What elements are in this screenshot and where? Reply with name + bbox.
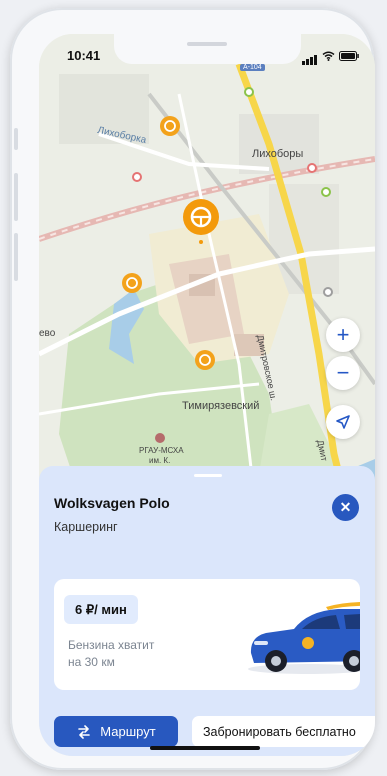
fuel-range: Бензина хватит на 30 км [68,637,188,671]
map-label: РГАУ-МСХА [139,446,184,455]
plus-icon: + [336,322,350,347]
phone-frame: Лихоборка Лихоборы Тимирязевский Дмитров… [10,8,375,770]
sheet-handle[interactable] [194,474,222,477]
signal-icon [302,47,318,65]
minus-icon: − [336,360,350,385]
status-time: 10:41 [67,48,101,63]
road-badge: А-104 [240,64,265,71]
battery-icon [339,51,359,61]
close-icon: ✕ [339,499,352,515]
zoom-out-button[interactable]: − [326,356,360,390]
screen: Лихоборка Лихоборы Тимирязевский Дмитров… [39,34,375,756]
carshare-marker[interactable] [122,273,142,293]
side-button [14,128,18,150]
car-image [248,602,360,674]
wifi-icon [322,51,335,61]
fuel-range-line2: на 30 км [68,655,115,669]
fuel-range-line1: Бензина хватит [68,638,155,652]
location-arrow-icon [336,415,350,429]
route-icon [78,724,91,739]
route-button-label: Маршрут [100,724,156,739]
carshare-marker[interactable] [160,116,180,136]
car-model-title: Wolksvagen Polo [54,495,170,511]
route-button[interactable]: Маршрут [54,716,178,747]
map-label: Лихоборы [252,148,304,160]
carshare-marker[interactable] [195,350,215,370]
my-location-button[interactable] [326,405,360,439]
zoom-in-button[interactable]: + [326,318,360,352]
car-details-sheet: Wolksvagen Polo Каршеринг ✕ 6 ₽/ мин Бен… [39,466,375,756]
map-label: им. К. [149,456,171,465]
speaker [187,42,227,46]
notch [114,34,301,64]
close-button[interactable]: ✕ [332,494,359,521]
map-label: ево [39,328,56,339]
car-info-card: 6 ₽/ мин Бензина хватит на 30 км [54,579,360,690]
map[interactable] [39,34,375,494]
home-indicator [150,746,260,750]
status-icons [302,47,359,65]
book-free-button[interactable]: Забронировать бесплатно [192,716,375,747]
map-label: Тимирязевский [182,400,260,412]
volume-up-button [14,173,18,221]
price-badge: 6 ₽/ мин [64,595,138,624]
volume-down-button [14,233,18,281]
service-type: Каршеринг [54,520,118,534]
